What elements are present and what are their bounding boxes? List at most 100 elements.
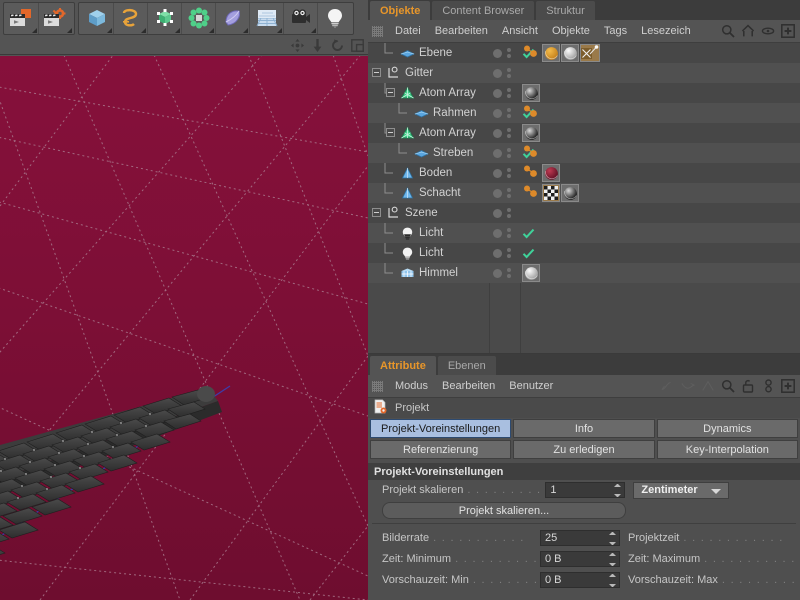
object-name-cell[interactable]: Licht bbox=[368, 223, 489, 243]
object-name-cell[interactable]: Atom Array bbox=[368, 83, 489, 103]
object-name-cell[interactable]: Atom Array bbox=[368, 123, 489, 143]
menu-bearbeiten[interactable]: Bearbeiten bbox=[428, 20, 495, 42]
field-input[interactable]: 0 B bbox=[540, 550, 620, 567]
eye-icon[interactable] bbox=[761, 24, 775, 38]
array-button[interactable] bbox=[182, 2, 216, 34]
tree-expander[interactable] bbox=[386, 128, 395, 137]
render-settings-button[interactable] bbox=[39, 2, 73, 34]
search-icon[interactable] bbox=[721, 379, 735, 393]
curve-peak-icon[interactable] bbox=[701, 379, 715, 393]
object-row[interactable]: Licht bbox=[368, 223, 800, 243]
menu-ansicht[interactable]: Ansicht bbox=[495, 20, 545, 42]
light-button[interactable] bbox=[318, 2, 352, 34]
tag-material-dots[interactable] bbox=[522, 184, 541, 202]
menu-tags[interactable]: Tags bbox=[597, 20, 634, 42]
3d-viewport[interactable] bbox=[0, 56, 368, 600]
tag-material-white[interactable] bbox=[522, 264, 540, 282]
tag-material-dots[interactable] bbox=[522, 44, 541, 62]
menu-benutzer[interactable]: Benutzer bbox=[502, 375, 560, 397]
object-name-cell[interactable]: Ebene bbox=[368, 43, 489, 63]
tab-ebenen[interactable]: Ebenen bbox=[437, 356, 496, 375]
deformer-button[interactable] bbox=[216, 2, 250, 34]
render-visibility-dot[interactable] bbox=[507, 214, 511, 218]
menu-objekte[interactable]: Objekte bbox=[545, 20, 597, 42]
object-row[interactable]: Schacht bbox=[368, 183, 800, 203]
tab-attribute[interactable]: Attribute bbox=[370, 356, 436, 375]
render-visibility-dot[interactable] bbox=[507, 114, 511, 118]
object-name-cell[interactable]: Szene bbox=[368, 203, 489, 223]
field-input[interactable]: 25 bbox=[540, 529, 620, 546]
object-row[interactable]: Himmel bbox=[368, 263, 800, 283]
enable-toggle-dot[interactable] bbox=[493, 168, 502, 178]
render-visibility-dot[interactable] bbox=[507, 54, 511, 58]
enable-toggle-dot[interactable] bbox=[493, 148, 502, 158]
tab-projekt-voreinstellungen[interactable]: Projekt-Voreinstellungen bbox=[370, 419, 512, 438]
rotate-camera-icon[interactable] bbox=[331, 38, 344, 52]
object-name-cell[interactable]: Schacht bbox=[368, 183, 489, 203]
tag-texture-axis[interactable] bbox=[580, 44, 600, 62]
cube-button[interactable] bbox=[80, 2, 114, 34]
unlock-icon[interactable] bbox=[741, 379, 755, 393]
enable-toggle-dot[interactable] bbox=[493, 228, 502, 238]
curve-arrow-icon[interactable] bbox=[681, 379, 695, 393]
menu-lesezeichen[interactable]: Lesezeich bbox=[634, 20, 698, 42]
tag-material-dots[interactable] bbox=[522, 144, 541, 162]
tag-material-white[interactable] bbox=[561, 44, 579, 62]
tag-material-gold[interactable] bbox=[542, 44, 560, 62]
object-name-cell[interactable]: Himmel bbox=[368, 263, 489, 283]
object-name-cell[interactable]: Rahmen bbox=[368, 103, 489, 123]
field-input[interactable]: 0 B bbox=[540, 571, 620, 588]
enable-toggle-dot[interactable] bbox=[493, 208, 502, 218]
tree-expander[interactable] bbox=[372, 68, 381, 77]
render-visibility-dot[interactable] bbox=[507, 234, 511, 238]
object-row[interactable]: Rahmen bbox=[368, 103, 800, 123]
object-name-cell[interactable]: Streben bbox=[368, 143, 489, 163]
tab-content-browser[interactable]: Content Browser bbox=[432, 1, 535, 20]
editor-visibility-dot[interactable] bbox=[507, 108, 511, 112]
enable-toggle-dot[interactable] bbox=[493, 108, 502, 118]
pin-icon[interactable] bbox=[761, 379, 775, 393]
project-scale-button[interactable]: Projekt skalieren... bbox=[382, 502, 626, 519]
nurbs-button[interactable] bbox=[148, 2, 182, 34]
editor-visibility-dot[interactable] bbox=[507, 168, 511, 172]
maximize-view-icon[interactable] bbox=[351, 38, 364, 52]
scene-button[interactable] bbox=[250, 2, 284, 34]
move-camera-icon[interactable] bbox=[291, 38, 304, 52]
tab-dynamics[interactable]: Dynamics bbox=[656, 419, 798, 438]
enable-toggle-dot[interactable] bbox=[493, 88, 502, 98]
object-row[interactable]: Atom Array bbox=[368, 123, 800, 143]
render-visibility-dot[interactable] bbox=[507, 174, 511, 178]
editor-visibility-dot[interactable] bbox=[507, 188, 511, 192]
editor-visibility-dot[interactable] bbox=[507, 48, 511, 52]
project-unit-select[interactable]: Zentimeter bbox=[633, 481, 730, 499]
tag-material-black[interactable] bbox=[522, 84, 540, 102]
object-row[interactable]: Szene bbox=[368, 203, 800, 223]
render-visibility-dot[interactable] bbox=[507, 194, 511, 198]
project-scale-stepper[interactable] bbox=[614, 484, 622, 497]
enable-toggle-dot[interactable] bbox=[493, 248, 502, 258]
tab-info[interactable]: Info bbox=[513, 419, 655, 438]
add-box-icon[interactable] bbox=[781, 379, 795, 393]
editor-visibility-dot[interactable] bbox=[507, 88, 511, 92]
enable-toggle-dot[interactable] bbox=[493, 68, 502, 78]
object-row[interactable]: Boden bbox=[368, 163, 800, 183]
tab-key-interpolation[interactable]: Key-Interpolation bbox=[656, 440, 798, 459]
object-row[interactable]: Gitter bbox=[368, 63, 800, 83]
object-row[interactable]: Atom Array bbox=[368, 83, 800, 103]
render-visibility-dot[interactable] bbox=[507, 134, 511, 138]
search-icon[interactable] bbox=[721, 24, 735, 38]
enable-toggle-dot[interactable] bbox=[493, 188, 502, 198]
camera-button[interactable] bbox=[284, 2, 318, 34]
editor-visibility-dot[interactable] bbox=[507, 268, 511, 272]
spline-button[interactable] bbox=[114, 2, 148, 34]
tag-material-black[interactable] bbox=[561, 184, 579, 202]
tag-material-dots[interactable] bbox=[522, 164, 541, 182]
object-name-cell[interactable]: Licht bbox=[368, 243, 489, 263]
menu-bearbeiten[interactable]: Bearbeiten bbox=[435, 375, 502, 397]
tag-material-black[interactable] bbox=[522, 124, 540, 142]
tab-objekte[interactable]: Objekte bbox=[370, 1, 431, 20]
render-view-button[interactable] bbox=[5, 2, 39, 34]
tab-struktur[interactable]: Struktur bbox=[536, 1, 595, 20]
tag-material-dots[interactable] bbox=[522, 104, 541, 122]
enable-toggle-dot[interactable] bbox=[493, 128, 502, 138]
